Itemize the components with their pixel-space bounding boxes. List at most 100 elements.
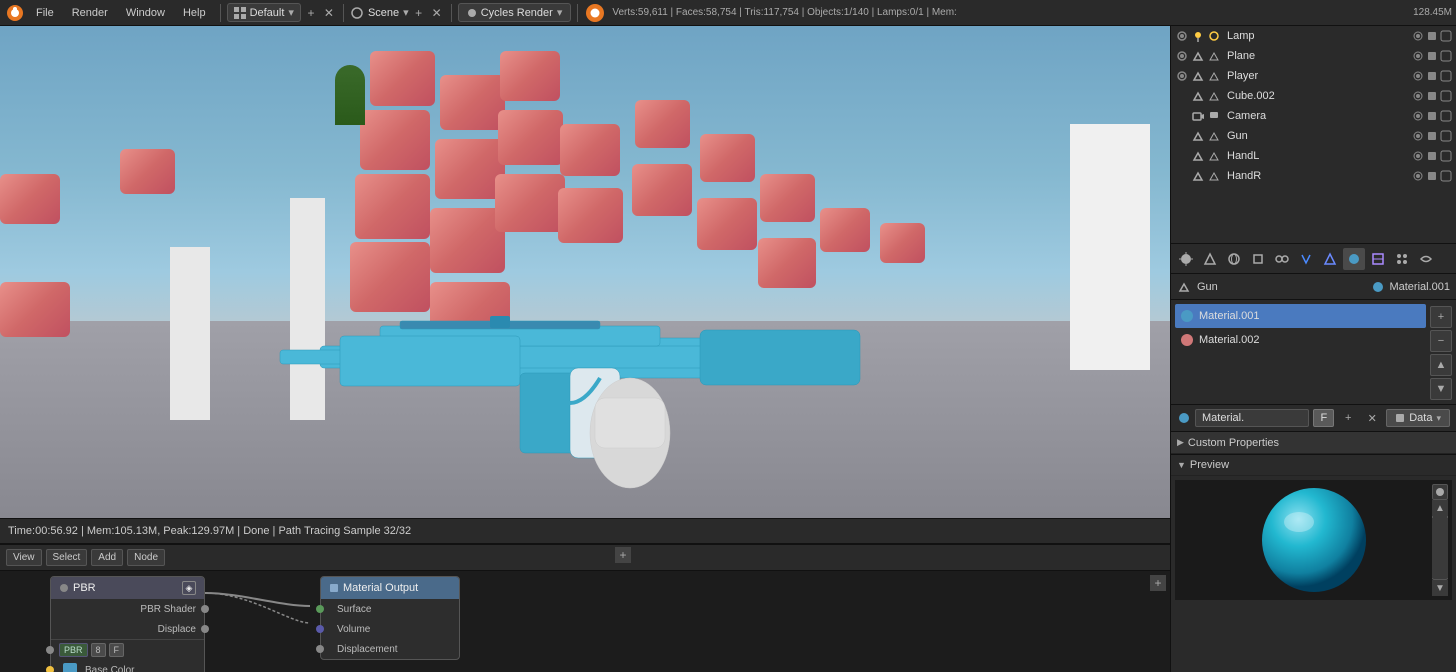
pbr-node-collapse[interactable]: ◈ [182,581,196,595]
scene-label: Scene [368,7,399,19]
mat-plus-button[interactable]: + [1338,408,1358,428]
mat-add-btn[interactable]: + [1430,306,1452,328]
player-render-icon[interactable] [1426,70,1438,82]
version-stats: Verts:59,611 | Faces:58,754 | Tris:117,7… [608,7,1411,18]
outliner-plane[interactable]: Plane [1171,46,1456,66]
player-vis-icon[interactable] [1175,69,1189,83]
handr-render-icon[interactable] [1426,170,1438,182]
close-scene-button[interactable]: ✕ [429,5,445,21]
mat-f-button[interactable]: F [1313,409,1334,427]
node-add-menu-btn[interactable]: Add [91,549,123,566]
window-menu[interactable]: Window [118,5,173,21]
preview-scroll-up[interactable]: ▲ [1432,500,1448,516]
viewport-3d[interactable] [0,26,1170,518]
modifiers-btn[interactable] [1295,248,1317,270]
lamp-sel-icon[interactable] [1440,30,1452,42]
render-engine-selector[interactable]: Cycles Render ▾ [458,3,572,22]
scene-selector[interactable]: Scene ▾ [350,6,409,20]
gun-sel-icon[interactable] [1440,130,1452,142]
material-item-002[interactable]: Material.002 [1175,328,1426,352]
eye-icon[interactable] [1175,29,1189,43]
material-props-btn[interactable] [1343,248,1365,270]
object-props-btn[interactable] [1247,248,1269,270]
mat-up-btn[interactable]: ▲ [1430,354,1452,376]
texture-props-btn[interactable] [1367,248,1389,270]
outliner-lamp[interactable]: Lamp [1171,26,1456,46]
node-node-btn[interactable]: Node [127,549,165,566]
render-props-btn[interactable] [1175,248,1197,270]
material-item-001[interactable]: Material.001 [1175,304,1426,328]
cube002-render-icon[interactable] [1426,90,1438,102]
mat-name-bar-label[interactable]: Material.001 [1389,281,1450,293]
add-layout-button[interactable]: + [303,5,319,21]
close-layout-button[interactable]: ✕ [321,5,337,21]
mat-x-button[interactable]: ✕ [1362,408,1382,428]
data-button[interactable]: Data ▾ [1386,409,1450,427]
base-color-swatch[interactable] [63,663,77,672]
data-props-btn[interactable] [1319,248,1341,270]
custom-props-triangle: ▶ [1177,437,1184,448]
custom-properties-header[interactable]: ▶ Custom Properties [1171,432,1456,454]
player-sel-icon[interactable] [1440,70,1452,82]
pbr-output-displace: Displace [51,619,204,639]
plane-sel-icon[interactable] [1440,50,1452,62]
outliner-player[interactable]: Player [1171,66,1456,86]
cube002-vis-icon[interactable] [1412,90,1424,102]
lamp-render-icon[interactable] [1426,30,1438,42]
node-add-btn[interactable]: + [615,547,631,563]
camera-sel-icon[interactable] [1440,110,1452,122]
pbr-node[interactable]: PBR ◈ PBR Shader Displace PBR [50,576,205,672]
node-select-btn[interactable]: Select [46,549,88,566]
physics-btn[interactable] [1415,248,1437,270]
node-editor[interactable]: + View Select Add Node PBR ◈ PBR Shader [0,544,1170,672]
help-menu[interactable]: Help [175,5,214,21]
render-menu[interactable]: Render [64,5,116,21]
preview-icon-1[interactable] [1432,484,1448,500]
handr-sel-icon[interactable] [1440,170,1452,182]
add-scene-button[interactable]: + [411,5,427,21]
gun-render-icon[interactable] [1426,130,1438,142]
outliner-handr[interactable]: HandR [1171,166,1456,186]
camera-render-icon[interactable] [1426,110,1438,122]
gun-vis-icon[interactable] [1412,130,1424,142]
node-view-btn[interactable]: View [6,549,42,566]
scene-props-btn[interactable] [1199,248,1221,270]
mat-remove-btn[interactable]: − [1430,330,1452,352]
preview-header[interactable]: ▼ Preview [1171,454,1456,476]
plane-vis-icon[interactable] [1175,49,1189,63]
particles-btn[interactable] [1391,248,1413,270]
screen-layout-selector[interactable]: Default ▾ [227,3,301,22]
constraints-btn[interactable] [1271,248,1293,270]
material-output-node[interactable]: Material Output Surface Volume Displacem… [320,576,460,660]
base-color-row: Base Color [51,660,204,672]
player-vis-icon2[interactable] [1412,70,1424,82]
plane-render-icon[interactable] [1426,50,1438,62]
outliner-cube002[interactable]: Cube.002 [1171,86,1456,106]
outliner-handl[interactable]: HandL [1171,146,1456,166]
preview-scroll-down[interactable]: ▼ [1432,580,1448,596]
volume-dot [316,625,324,633]
camera-vis-icon[interactable] [1412,110,1424,122]
base-color-dot [46,666,54,672]
tree-1 [335,65,365,125]
node-canvas-add-btn[interactable]: + [1150,575,1166,591]
handr-vis-icon[interactable] [1412,170,1424,182]
lamp-vis-icon[interactable] [1412,30,1424,42]
outliner-gun[interactable]: Gun [1171,126,1456,146]
handl-sel-icon[interactable] [1440,150,1452,162]
material-name-input[interactable] [1195,409,1309,427]
plane-icons [1412,50,1452,62]
handl-vis-icon[interactable] [1412,150,1424,162]
plane-vis-icon2[interactable] [1412,50,1424,62]
mat-down-btn[interactable]: ▼ [1430,378,1452,400]
world-props-btn[interactable] [1223,248,1245,270]
separator3 [451,4,452,22]
gun-obj-label[interactable]: Gun [1197,281,1218,293]
handl-render-icon[interactable] [1426,150,1438,162]
cube002-sel-icon[interactable] [1440,90,1452,102]
properties-toolbar [1171,244,1456,274]
pbr-shader-label: PBR Shader [59,604,196,615]
layout-arrow: ▾ [288,6,294,19]
outliner-camera[interactable]: Camera [1171,106,1456,126]
file-menu[interactable]: File [28,5,62,21]
